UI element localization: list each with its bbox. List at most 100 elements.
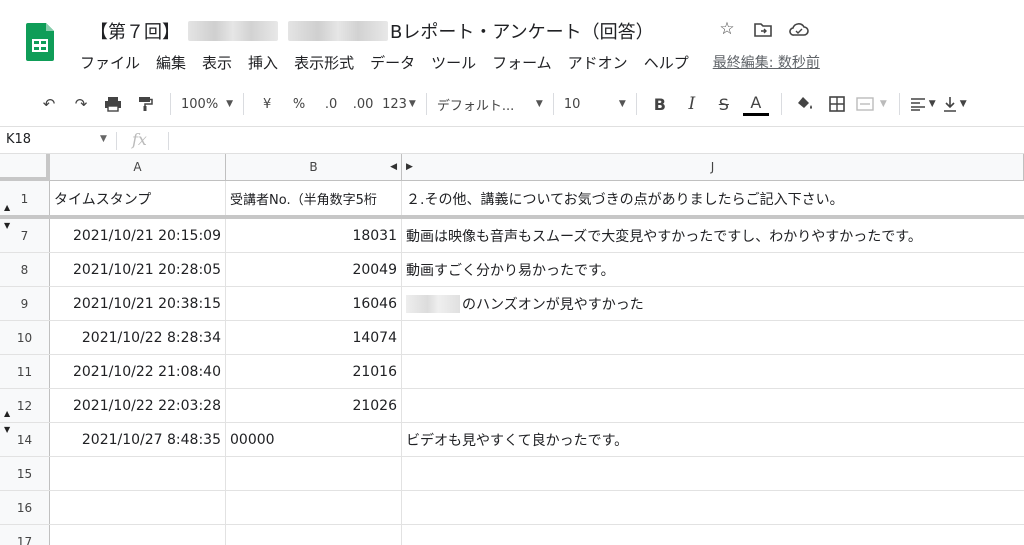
paint-format-icon[interactable] — [132, 90, 158, 118]
borders-icon[interactable] — [824, 90, 850, 118]
cell-comment[interactable] — [402, 525, 1024, 545]
row-header[interactable]: ▲ 12 — [0, 389, 50, 422]
column-header-b[interactable]: B ◀ — [226, 154, 402, 181]
document-title[interactable]: 【第７回】 Bレポート・アンケート（回答） — [90, 18, 654, 44]
formula-input[interactable] — [176, 132, 1016, 150]
star-icon[interactable]: ☆ — [716, 18, 738, 40]
hidden-columns-right-arrow-icon[interactable]: ▶ — [406, 162, 413, 172]
menu-insert[interactable]: 挿入 — [248, 52, 286, 73]
cell-comment[interactable] — [402, 321, 1024, 354]
font-size-select[interactable]: 10 ▼ — [564, 90, 626, 118]
hidden-rows-up-arrow-icon[interactable]: ▲ — [4, 203, 10, 212]
text-color-button[interactable]: A — [742, 92, 769, 116]
cell-timestamp[interactable]: 2021/10/27 8:48:35 — [50, 423, 226, 456]
menu-edit[interactable]: 編集 — [156, 52, 194, 73]
column-header-j[interactable]: ▶ J — [402, 154, 1024, 181]
horizontal-align-icon[interactable]: ▼ — [910, 90, 936, 118]
row-header[interactable]: ▼ 14 — [0, 423, 50, 456]
cell-comment[interactable] — [402, 491, 1024, 524]
row-header[interactable]: ▼ 7 — [0, 219, 50, 252]
menu-data[interactable]: データ — [370, 52, 423, 73]
row-header[interactable]: 11 — [0, 355, 50, 388]
chevron-down-icon[interactable]: ▼ — [100, 134, 107, 144]
menu-format[interactable]: 表示形式 — [294, 52, 362, 73]
cloud-status-icon[interactable] — [788, 18, 810, 40]
currency-format-button[interactable]: ¥ — [254, 90, 280, 118]
cell-comment[interactable] — [402, 389, 1024, 422]
hidden-rows-up-arrow-icon[interactable]: ▲ — [4, 409, 10, 418]
more-formats-select[interactable]: 123 ▼ — [382, 90, 416, 118]
row-header[interactable]: 16 — [0, 491, 50, 524]
row-header[interactable]: 9 — [0, 287, 50, 320]
cell-comment[interactable]: ビデオも見やすくて良かったです。 — [402, 423, 1024, 456]
cell-timestamp[interactable]: 2021/10/22 8:28:34 — [50, 321, 226, 354]
undo-icon[interactable]: ↶ — [36, 90, 62, 118]
cell-timestamp[interactable] — [50, 491, 226, 524]
cell-student-no[interactable] — [226, 457, 402, 490]
decrease-decimal-button[interactable]: .0 — [318, 90, 344, 118]
cell-student-no[interactable] — [226, 525, 402, 545]
cell-comment[interactable]: 動画すごく分かり易かったです。 — [402, 253, 1024, 286]
cell-b1[interactable]: 受講者No.（半角数字5桁 — [226, 181, 402, 216]
cell-comment[interactable]: のハンズオンが見やすかった — [402, 287, 1024, 320]
fill-color-icon[interactable] — [792, 90, 818, 118]
cell-comment[interactable] — [402, 355, 1024, 388]
menu-addons[interactable]: アドオン — [568, 52, 636, 73]
row-header[interactable]: 15 — [0, 457, 50, 490]
cell-timestamp[interactable]: 2021/10/22 22:03:28 — [50, 389, 226, 422]
font-select[interactable]: デフォルト... ▼ — [437, 90, 543, 118]
cell-comment[interactable]: 動画は映像も音声もスムーズで大変見やすかったですし、わかりやすかったです。 — [402, 219, 1024, 252]
strikethrough-button[interactable]: S — [711, 90, 737, 118]
cell-student-no[interactable]: 16046 — [226, 287, 402, 320]
toolbar-divider — [635, 93, 637, 115]
cell-timestamp[interactable] — [50, 457, 226, 490]
menu-help[interactable]: ヘルプ — [644, 52, 697, 73]
table-row: 8 2021/10/21 20:28:05 20049 動画すごく分かり易かった… — [0, 253, 1024, 287]
merge-cells-icon[interactable]: ▼ — [856, 90, 887, 118]
cell-student-no[interactable]: 21026 — [226, 389, 402, 422]
zoom-select[interactable]: 100% ▼ — [181, 90, 233, 118]
cell-student-no[interactable] — [226, 491, 402, 524]
cell-timestamp[interactable] — [50, 525, 226, 545]
bold-button[interactable]: B — [647, 90, 673, 118]
row-number: 7 — [20, 228, 29, 243]
cell-timestamp[interactable]: 2021/10/21 20:28:05 — [50, 253, 226, 286]
last-edit-link[interactable]: 最終編集: 数秒前 — [713, 52, 820, 73]
hidden-rows-down-arrow-icon[interactable]: ▼ — [4, 221, 10, 230]
cell-a1[interactable]: タイムスタンプ — [50, 181, 226, 216]
column-header-a[interactable]: A — [50, 154, 226, 181]
move-to-folder-icon[interactable] — [752, 18, 774, 40]
toolbar-divider — [243, 93, 245, 115]
vertical-align-icon[interactable]: ▼ — [942, 90, 968, 118]
menu-file[interactable]: ファイル — [80, 52, 148, 73]
cell-student-no[interactable]: 20049 — [226, 253, 402, 286]
percent-format-button[interactable]: % — [286, 90, 312, 118]
menu-view[interactable]: 表示 — [202, 52, 240, 73]
print-icon[interactable] — [100, 90, 126, 118]
row-header[interactable]: 10 — [0, 321, 50, 354]
hidden-columns-left-arrow-icon[interactable]: ◀ — [390, 162, 397, 172]
hidden-rows-down-arrow-icon[interactable]: ▼ — [4, 425, 10, 434]
cell-student-no[interactable]: 14074 — [226, 321, 402, 354]
chevron-down-icon: ▼ — [879, 99, 887, 109]
menu-tools[interactable]: ツール — [431, 52, 484, 73]
cell-student-no[interactable]: 00000 — [226, 423, 402, 456]
name-box[interactable]: K18 — [6, 132, 31, 147]
row-header[interactable]: 8 — [0, 253, 50, 286]
sheets-logo-icon[interactable] — [24, 22, 56, 62]
select-all-corner[interactable] — [0, 154, 50, 181]
cell-student-no[interactable]: 18031 — [226, 219, 402, 252]
cell-timestamp[interactable]: 2021/10/21 20:38:15 — [50, 287, 226, 320]
row-number: 10 — [16, 330, 33, 345]
increase-decimal-button[interactable]: .00 — [350, 90, 376, 118]
italic-button[interactable]: I — [679, 90, 705, 118]
menu-form[interactable]: フォーム — [492, 52, 560, 73]
cell-student-no[interactable]: 21016 — [226, 355, 402, 388]
cell-timestamp[interactable]: 2021/10/22 21:08:40 — [50, 355, 226, 388]
row-header[interactable]: 17 — [0, 525, 50, 545]
row-header[interactable]: ▲ 1 — [0, 181, 50, 216]
cell-j1[interactable]: ２.その他、講義についてお気づきの点がありましたらご記入下さい。 — [402, 181, 1024, 216]
cell-comment[interactable] — [402, 457, 1024, 490]
cell-timestamp[interactable]: 2021/10/21 20:15:09 — [50, 219, 226, 252]
redo-icon[interactable]: ↷ — [68, 90, 94, 118]
